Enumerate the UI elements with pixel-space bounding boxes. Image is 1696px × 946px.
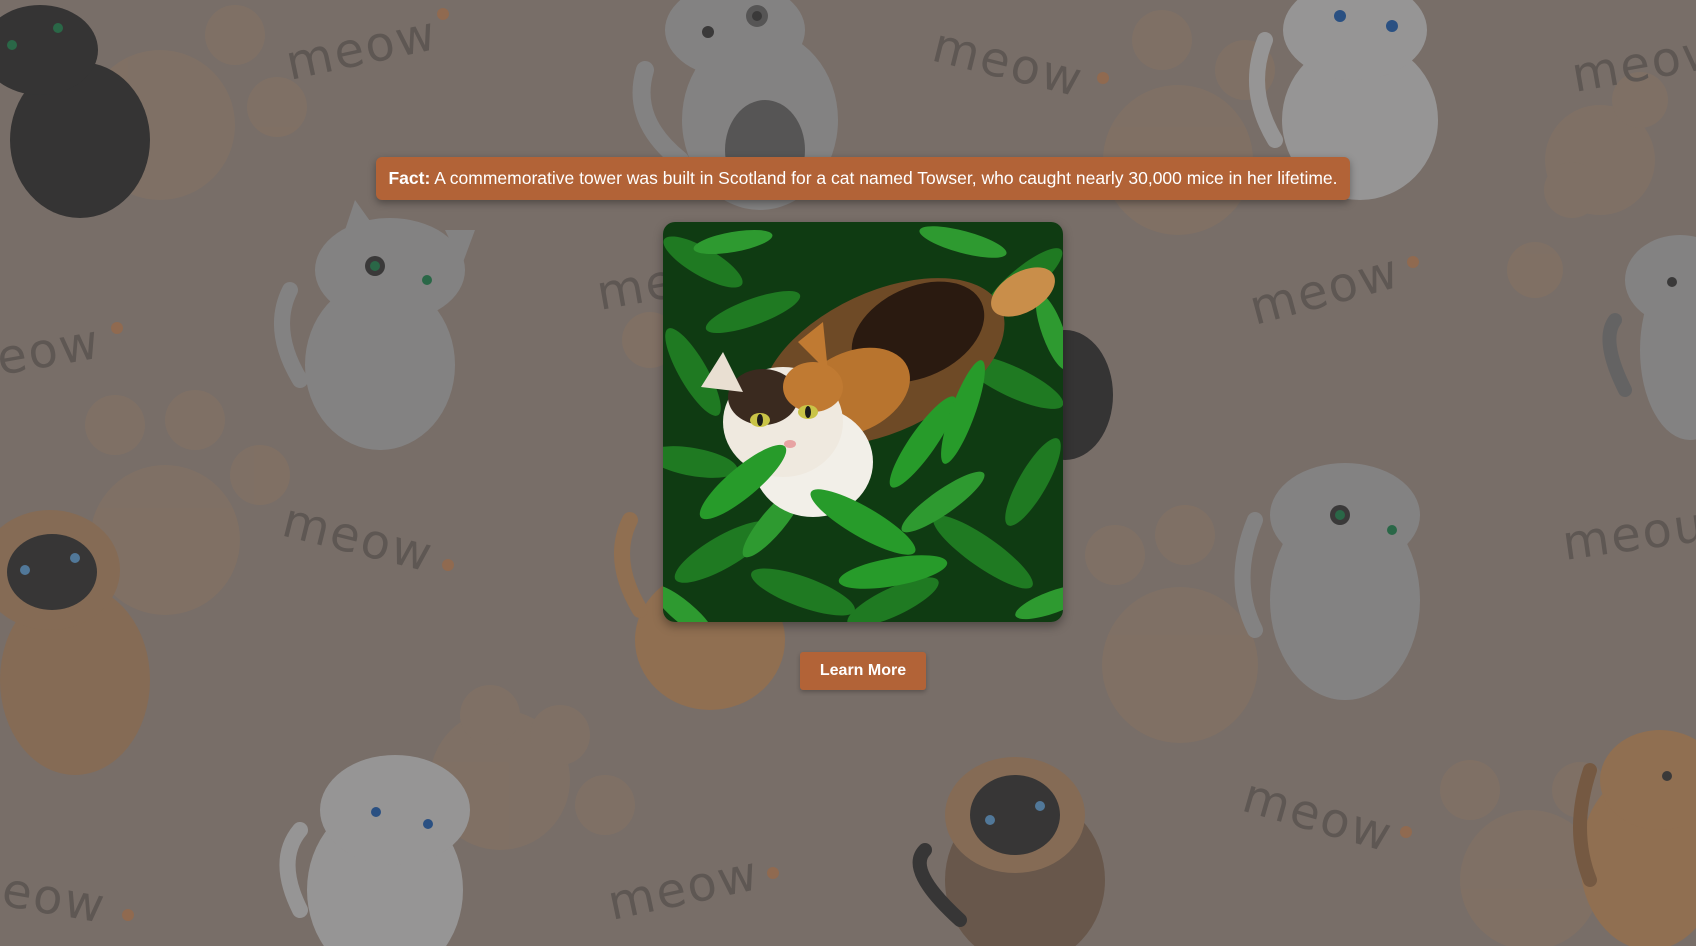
- fact-label: Fact:: [388, 168, 431, 188]
- cat-photo: [663, 222, 1063, 622]
- fact-text: A commemorative tower was built in Scotl…: [430, 168, 1338, 188]
- fact-banner: Fact: A commemorative tower was built in…: [376, 157, 1350, 200]
- calico-cat-image: [663, 222, 1063, 622]
- learn-more-button[interactable]: Learn More: [800, 652, 926, 690]
- page: meow meow meow eow me meow meow meou meo…: [0, 0, 1696, 946]
